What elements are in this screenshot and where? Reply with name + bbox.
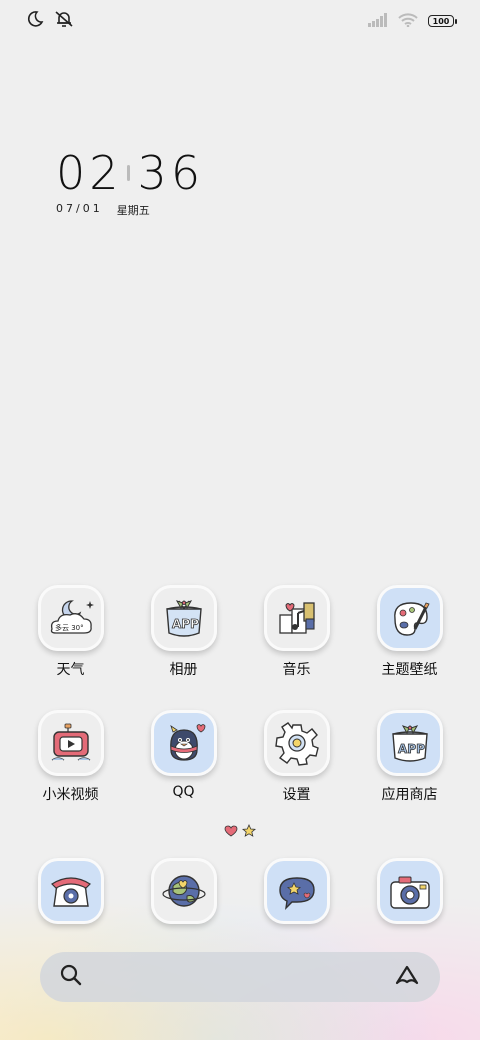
status-bar: 100: [26, 8, 457, 34]
app-store[interactable]: APP 应用商店: [353, 710, 466, 803]
wifi-icon: [398, 12, 418, 31]
browser-globe-icon: [150, 858, 217, 924]
video-icon: [37, 710, 104, 776]
app-grid-row-2: 小米视频 QQ 设置 APP 应用商店: [14, 710, 466, 803]
app-store-icon: APP: [376, 710, 443, 776]
app-label: 小米视频: [42, 787, 99, 803]
assistant-icon[interactable]: [394, 964, 420, 990]
app-themes[interactable]: 主题壁纸: [353, 585, 466, 678]
app-qq[interactable]: QQ: [127, 710, 240, 802]
clock-minutes: 36: [137, 146, 205, 200]
app-video[interactable]: 小米视频: [14, 710, 127, 803]
svg-text:APP: APP: [172, 617, 199, 631]
messages-icon: [263, 858, 330, 924]
settings-gear-icon: [263, 710, 330, 776]
qq-penguin-icon: [150, 710, 217, 776]
battery-level: 100: [432, 16, 450, 26]
dock-phone[interactable]: [14, 858, 127, 924]
themes-icon: [376, 585, 443, 651]
app-weather[interactable]: 多云 30° 天气: [14, 585, 127, 678]
app-label: 音乐: [282, 662, 311, 678]
weather-icon: 多云 30°: [37, 585, 104, 651]
clock-widget[interactable]: 02 36 07/01 星期五: [56, 146, 204, 218]
gallery-icon: APP: [150, 585, 217, 651]
moon-icon: [26, 10, 44, 32]
camera-icon: [376, 858, 443, 924]
clock-separator: [126, 165, 130, 181]
app-label: 设置: [282, 787, 311, 803]
app-label: 相册: [169, 662, 198, 678]
clock-hours: 02: [56, 146, 123, 200]
clock-date: 07/01: [56, 202, 103, 215]
dock: [14, 858, 466, 924]
app-grid-row-1: 多云 30° 天气 APP 相册 音乐 主题壁纸: [14, 585, 466, 678]
search-bar[interactable]: [40, 952, 440, 1002]
app-label: 主题壁纸: [381, 662, 438, 678]
clock-weekday: 星期五: [116, 204, 150, 217]
star-page-dot-icon: [241, 822, 257, 841]
svg-text:APP: APP: [398, 742, 425, 756]
app-label: QQ: [172, 784, 195, 800]
phone-icon: [37, 858, 104, 924]
dock-messages[interactable]: [240, 858, 353, 924]
search-icon[interactable]: [60, 964, 82, 990]
page-indicator[interactable]: [0, 822, 480, 841]
battery-indicator: 100: [428, 15, 457, 27]
dock-camera[interactable]: [353, 858, 466, 924]
heart-page-dot-icon: [224, 822, 238, 841]
app-music[interactable]: 音乐: [240, 585, 353, 678]
dock-browser[interactable]: [127, 858, 240, 924]
silent-bell-icon: [54, 10, 74, 32]
app-label: 天气: [56, 662, 85, 678]
app-gallery[interactable]: APP 相册: [127, 585, 240, 678]
music-icon: [263, 585, 330, 651]
app-label: 应用商店: [381, 787, 438, 803]
signal-icon: [368, 12, 388, 31]
weather-widget-text: 多云 30°: [55, 623, 84, 632]
app-settings[interactable]: 设置: [240, 710, 353, 803]
